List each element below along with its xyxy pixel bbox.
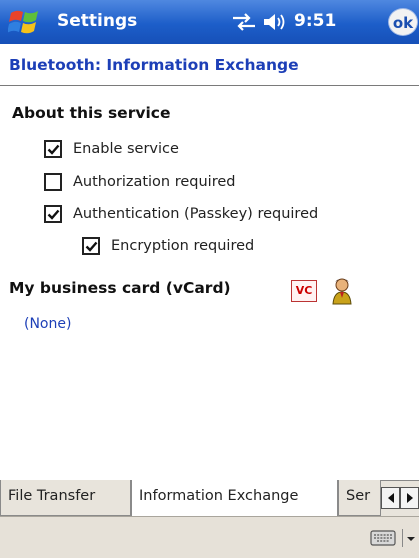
- encryption-option[interactable]: Encryption required: [82, 237, 254, 255]
- tab-file-transfer[interactable]: File Transfer: [0, 480, 131, 516]
- ok-button[interactable]: ok: [388, 8, 418, 36]
- arrow-left-icon: [387, 493, 394, 503]
- tab-strip: File Transfer Information Exchange Ser: [0, 480, 419, 517]
- enable-service-option[interactable]: Enable service: [44, 140, 179, 158]
- tab-information-exchange-label: Information Exchange: [139, 488, 299, 504]
- windows-flag-icon[interactable]: [8, 7, 42, 37]
- tab-information-exchange[interactable]: Information Exchange: [131, 480, 338, 517]
- title-bar: Settings 9:51 ok: [0, 0, 419, 44]
- tab-scroll-left-button[interactable]: [381, 487, 400, 509]
- app-title: Settings: [57, 11, 138, 31]
- check-icon: [47, 209, 60, 220]
- input-panel-arrow-icon[interactable]: [402, 529, 417, 547]
- section-title: About this service: [12, 104, 171, 122]
- page-title: Bluetooth: Information Exchange: [9, 56, 299, 74]
- vcard-icon[interactable]: VC: [291, 280, 317, 302]
- tab-ser[interactable]: Ser: [338, 480, 381, 516]
- tab-scroll-right-button[interactable]: [400, 487, 419, 509]
- page-header: Bluetooth: Information Exchange: [0, 44, 419, 86]
- authentication-option[interactable]: Authentication (Passkey) required: [44, 205, 318, 223]
- encryption-checkbox[interactable]: [82, 237, 100, 255]
- vcard-title: My business card (vCard): [9, 279, 231, 297]
- authorization-label: Authorization required: [73, 174, 236, 190]
- arrow-right-icon: [406, 493, 413, 503]
- connectivity-icon[interactable]: [231, 13, 257, 31]
- speaker-icon[interactable]: [262, 12, 288, 32]
- enable-service-label: Enable service: [73, 141, 179, 157]
- authorization-checkbox[interactable]: [44, 173, 62, 191]
- check-icon: [85, 241, 98, 252]
- clock[interactable]: 9:51: [294, 11, 336, 31]
- authentication-checkbox[interactable]: [44, 205, 62, 223]
- authentication-label: Authentication (Passkey) required: [73, 206, 319, 222]
- keyboard-icon[interactable]: [370, 530, 396, 546]
- authorization-option[interactable]: Authorization required: [44, 173, 235, 191]
- check-icon: [47, 144, 60, 155]
- enable-service-checkbox[interactable]: [44, 140, 62, 158]
- encryption-label: Encryption required: [111, 238, 255, 254]
- vcard-value[interactable]: (None): [24, 316, 71, 332]
- menu-bar: [0, 516, 419, 558]
- contact-icon[interactable]: [327, 276, 357, 306]
